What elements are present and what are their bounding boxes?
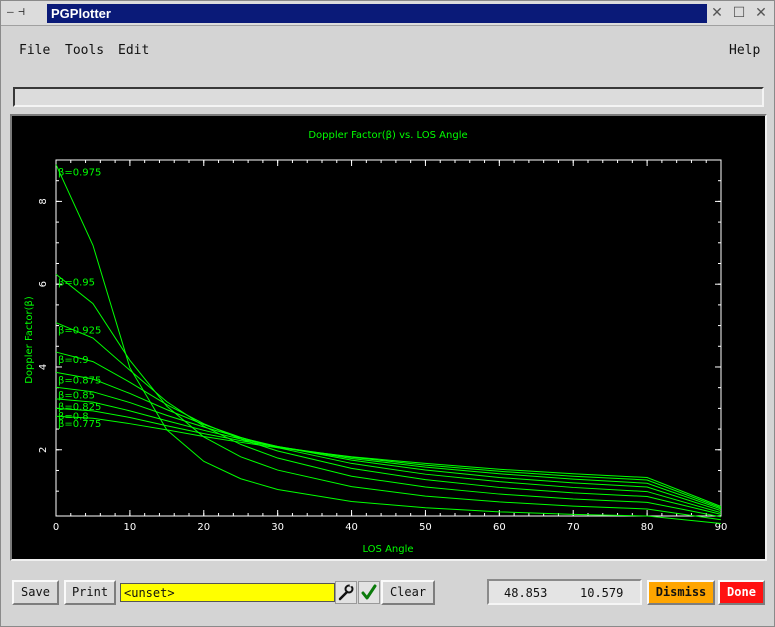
clear-button[interactable]: Clear xyxy=(381,580,435,605)
x-tick-label: 70 xyxy=(567,522,580,533)
y-axis-label: Doppler Factor(β) xyxy=(24,296,35,384)
series-label: β=0.85 xyxy=(58,390,95,401)
x-axis-label: LOS Angle xyxy=(362,544,413,555)
x-tick-label: 30 xyxy=(271,522,284,533)
command-input[interactable] xyxy=(120,583,335,602)
title-bar: — ⊣ PGPlotter ✕ ☐ ✕ xyxy=(1,1,774,26)
window-controls: ✕ ☐ ✕ xyxy=(710,4,768,22)
menu-edit[interactable]: Edit xyxy=(118,43,149,58)
save-button[interactable]: Save xyxy=(12,580,59,605)
wrench-icon[interactable] xyxy=(335,581,357,604)
print-button[interactable]: Print xyxy=(64,580,116,605)
coord-y: 10.579 xyxy=(580,586,624,600)
close-icon[interactable]: ✕ xyxy=(754,4,768,22)
chart-title: Doppler Factor(β) vs. LOS Angle xyxy=(308,130,467,141)
x-tick-label: 10 xyxy=(124,522,137,533)
series-label: β=0.775 xyxy=(58,419,101,430)
menu-file[interactable]: File xyxy=(19,43,50,58)
x-tick-label: 90 xyxy=(715,522,728,533)
series-line xyxy=(55,386,722,512)
window-title: PGPlotter xyxy=(47,4,707,23)
window-menu-icon[interactable]: — ⊣ xyxy=(7,5,25,18)
y-tick-label: 2 xyxy=(38,447,49,453)
y-tick-label: 6 xyxy=(38,281,49,287)
x-tick-label: 80 xyxy=(641,522,654,533)
checkmark-icon[interactable] xyxy=(358,581,380,604)
plot-axes: 0 10 20 30 40 50 60 70 80 90 2 4 6 8 xyxy=(38,159,728,533)
doppler-plot[interactable]: 0 10 20 30 40 50 60 70 80 902468 β=0.975β=0.95β=0… xyxy=(12,116,765,559)
series-label: β=0.95 xyxy=(58,277,95,288)
minimize-icon[interactable]: ✕ xyxy=(710,4,724,22)
series-label: β=0.925 xyxy=(58,326,101,337)
cursor-coordinates: 48.853 10.579 xyxy=(487,579,642,605)
done-button[interactable]: Done xyxy=(718,580,765,605)
series-label: β=0.9 xyxy=(58,355,89,366)
series-line xyxy=(55,273,722,521)
x-tick-label: 60 xyxy=(493,522,506,533)
dismiss-button[interactable]: Dismiss xyxy=(647,580,715,605)
x-tick-label: 20 xyxy=(197,522,210,533)
series-label: β=0.875 xyxy=(58,375,101,386)
status-field xyxy=(13,87,764,107)
plot-area[interactable]: 0 10 20 30 40 50 60 70 80 90 2 4 6 8 β=0.975 β=0.95 β=0… xyxy=(10,114,767,561)
series-line xyxy=(55,164,722,524)
menu-tools[interactable]: Tools xyxy=(65,43,104,58)
x-tick-label: 0 xyxy=(53,522,59,533)
plot-curves xyxy=(55,164,722,524)
plot-labels: β=0.975 β=0.95 β=0.925 β=0.9 β=0.875 β=0.85 β=… xyxy=(58,168,101,431)
menu-bar: File Tools Edit Help xyxy=(7,41,767,63)
y-tick-label: 4 xyxy=(38,364,49,370)
coord-x: 48.853 xyxy=(504,586,548,600)
pgplotter-window: — ⊣ PGPlotter ✕ ☐ ✕ File Tools Edit Help… xyxy=(0,0,775,627)
x-tick-label: 50 xyxy=(419,522,432,533)
series-line xyxy=(55,407,722,509)
series-line xyxy=(55,398,722,510)
series-label: β=0.975 xyxy=(58,168,101,179)
series-line xyxy=(55,322,722,518)
y-tick-label: 8 xyxy=(38,198,49,204)
x-tick-label: 40 xyxy=(345,522,358,533)
menu-help[interactable]: Help xyxy=(729,43,760,58)
maximize-icon[interactable]: ☐ xyxy=(732,4,746,22)
